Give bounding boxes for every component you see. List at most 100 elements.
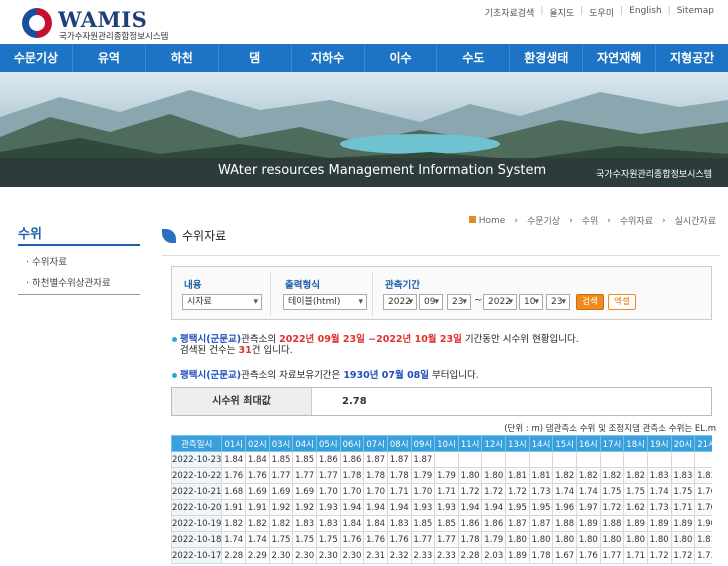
nav-item-disaster[interactable]: 자연재해 — [583, 44, 657, 72]
column-header-hour: 20시 — [670, 435, 696, 452]
water-level-table-container[interactable]: 관측일시 01시 02시 03시 04시 05시 06시 07시 08시 09시 10시 11시 12시… — [171, 435, 712, 566]
level-cell: 1.93 — [410, 499, 436, 516]
sidebar-title: 수위 — [18, 227, 42, 242]
level-cell: 1.77 — [292, 467, 317, 484]
nav-item-river[interactable]: 하천 — [146, 44, 219, 72]
level-cell: 2.31 — [363, 547, 388, 564]
level-cell: 1.71 — [670, 499, 696, 516]
sidebar-item-river-correlation[interactable]: · 하천별수위상관자료 — [26, 275, 111, 289]
level-cell — [576, 451, 601, 468]
level-cell: 1.78 — [363, 467, 388, 484]
column-header-hour: 01시 — [221, 435, 247, 452]
end-month-select[interactable]: 10 — [519, 294, 543, 310]
level-cell: 1.80 — [528, 531, 554, 548]
search-form: 내용 시자료 출력형식 테이블(html) 관측기간 2022 09 23 ~ … — [171, 266, 712, 320]
max-value-box: 시수위 최대값 2.78 — [171, 387, 712, 416]
search-button[interactable]: 검색 — [576, 294, 604, 310]
level-cell: 1.80 — [457, 467, 483, 484]
nav-item-hydro-weather[interactable]: 수문기상 — [0, 44, 73, 72]
level-cell: 1.83 — [670, 467, 696, 484]
level-cell: 1.93 — [315, 499, 341, 516]
column-header-hour: 07시 — [363, 435, 388, 452]
format-select[interactable]: 테이블(html) — [283, 294, 367, 310]
level-cell: 1.75 — [292, 531, 317, 548]
level-cell: 1.82 — [221, 515, 247, 532]
nav-item-waterworks[interactable]: 수도 — [437, 44, 511, 72]
nav-item-water-use[interactable]: 이수 — [365, 44, 438, 72]
level-cell: 2.30 — [315, 547, 341, 564]
level-cell — [670, 451, 696, 468]
info-line-count: 검색된 건수는 31건 입니다. — [180, 345, 293, 356]
level-cell: 1.85 — [268, 451, 294, 468]
level-cell — [623, 451, 648, 468]
wamis-logo[interactable]: WAMIS 국가수자원관리종합정보시스템 — [22, 7, 192, 42]
excel-button[interactable]: 엑셀 — [608, 294, 636, 310]
row-date-cell: 2022-10-20 — [171, 499, 223, 516]
util-link-english[interactable]: English — [629, 6, 662, 19]
level-cell: 1.69 — [245, 483, 270, 500]
column-header-hour: 02시 — [245, 435, 270, 452]
nav-item-terrain[interactable]: 지형공간 — [656, 44, 728, 72]
max-value: 2.78 — [342, 396, 367, 407]
level-cell: 1.70 — [315, 483, 341, 500]
level-cell: 1.74 — [552, 483, 578, 500]
period-tilde: ~ — [474, 295, 483, 306]
start-day-select[interactable]: 23 — [447, 294, 471, 310]
level-cell: 1.78 — [339, 467, 365, 484]
util-link-sitemap[interactable]: Sitemap — [677, 6, 714, 19]
level-cell: 1.88 — [599, 515, 625, 532]
sidebar-item-water-level-data[interactable]: · 수위자료 — [26, 254, 67, 268]
level-cell: 1.72 — [646, 547, 672, 564]
level-cell: 1.75 — [599, 483, 625, 500]
level-cell: 1.80 — [552, 531, 578, 548]
column-header-hour: 06시 — [339, 435, 365, 452]
breadcrumb-item[interactable]: 수위자료 — [620, 214, 653, 227]
nav-item-basin[interactable]: 유역 — [73, 44, 146, 72]
end-day-select[interactable]: 23 — [546, 294, 570, 310]
start-month-select[interactable]: 09 — [419, 294, 443, 310]
column-header-hour: 08시 — [386, 435, 412, 452]
column-header-hour: 03시 — [268, 435, 294, 452]
level-cell: 1.89 — [576, 515, 601, 532]
banner-title: WAter resources Management Information S… — [218, 163, 547, 178]
util-link-search[interactable]: 기초자료검색 — [485, 6, 535, 19]
table-row: 2022-10-22 1.76 1.76 1.77 1.77 1.77 1.78 1.78 1.… — [171, 467, 712, 484]
level-cell: 1.72 — [599, 499, 625, 516]
start-year-select[interactable]: 2022 — [383, 294, 417, 310]
level-cell — [505, 451, 530, 468]
sidebar-bottom-divider — [18, 294, 140, 295]
info-line-holding: 평택시(군문교)관측소의 자료보유기간은 1930년 07월 08일 부터입니다… — [172, 370, 479, 381]
chevron-right-icon: › — [661, 215, 666, 226]
level-cell: 1.89 — [670, 515, 696, 532]
level-cell: 1.70 — [339, 483, 365, 500]
label-content: 내용 — [184, 280, 202, 291]
breadcrumb: Home › 수문기상 › 수위 › 수위자료 › 실시간자료 — [468, 214, 716, 227]
nav-item-ecology[interactable]: 환경생태 — [510, 44, 584, 72]
breadcrumb-item[interactable]: 수문기상 — [527, 214, 560, 227]
level-cell — [457, 451, 483, 468]
nav-item-dam[interactable]: 댐 — [219, 44, 292, 72]
util-link-help[interactable]: 도우미 — [589, 6, 614, 19]
chevron-right-icon: › — [514, 215, 518, 226]
util-link-map[interactable]: 율지도 — [549, 6, 574, 19]
level-cell: 1.95 — [505, 499, 530, 516]
breadcrumb-item[interactable]: 수위 — [582, 214, 599, 227]
end-year-select[interactable]: 2022 — [483, 294, 517, 310]
level-cell: 1.94 — [481, 499, 507, 516]
level-cell: 1.84 — [245, 451, 270, 468]
level-cell: 1.72 — [481, 483, 507, 500]
level-cell: 1.82 — [268, 515, 294, 532]
breadcrumb-home[interactable]: Home — [468, 215, 505, 226]
level-cell: 1.86 — [315, 451, 341, 468]
nav-item-groundwater[interactable]: 지하수 — [292, 44, 365, 72]
column-header-hour: 18시 — [623, 435, 648, 452]
level-cell: 1.86 — [481, 515, 507, 532]
level-cell: 1.82 — [576, 467, 601, 484]
level-cell: 1.74 — [245, 531, 270, 548]
level-cell: 1.78 — [386, 467, 412, 484]
content-select[interactable]: 시자료 — [182, 294, 262, 310]
unit-note: (단위 : m) 댐관측소 수위 및 조정지댐 관측소 수위는 EL.m — [504, 424, 716, 434]
label-format: 출력형식 — [285, 280, 320, 291]
level-cell: 1.80 — [505, 531, 530, 548]
column-header-hour: 16시 — [576, 435, 601, 452]
